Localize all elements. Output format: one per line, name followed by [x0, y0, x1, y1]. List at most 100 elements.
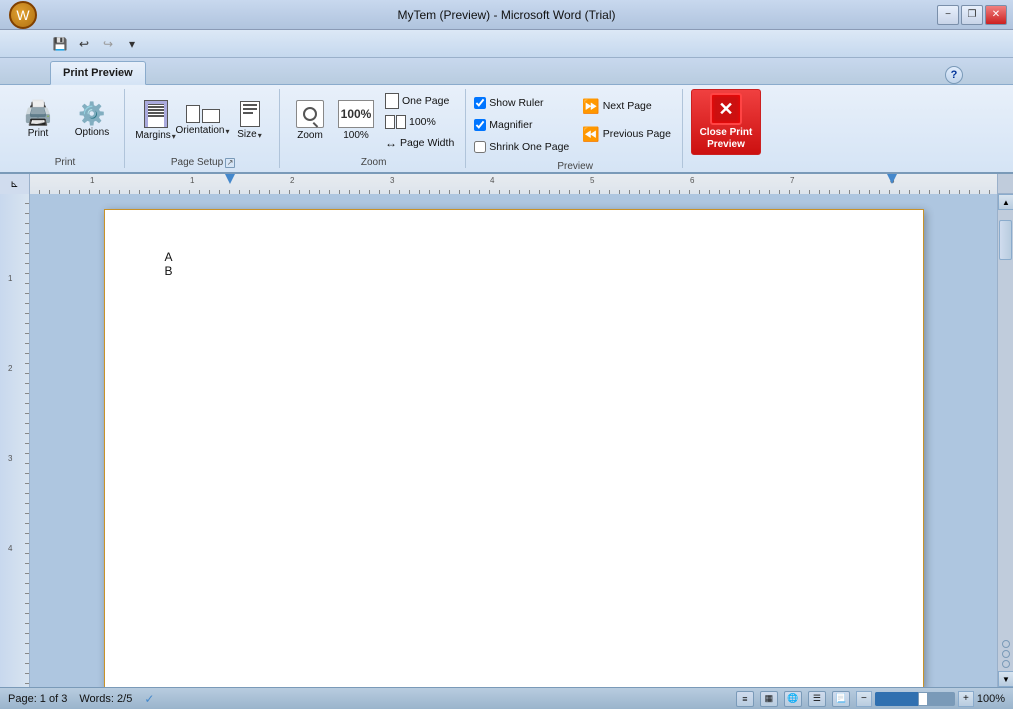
minimize-button[interactable]: − [937, 5, 959, 25]
magnifier-checkbox[interactable] [474, 119, 486, 131]
scroll-track[interactable] [998, 210, 1013, 637]
ribbon-group-page-setup: Margins ▾ Orientation ▾ [127, 89, 280, 168]
office-logo[interactable]: W [9, 1, 37, 29]
page-width-label: Page Width [400, 137, 454, 149]
zoom-in-button[interactable]: + [958, 691, 974, 707]
shrink-one-page-label: Shrink One Page [489, 141, 569, 153]
zoom-slider-area: − + 100% [856, 691, 1005, 707]
shrink-one-page-checkbox-container[interactable]: Shrink One Page [474, 137, 569, 157]
page-info: Page: 1 of 3 [8, 693, 67, 705]
view-normal-button[interactable]: ≡ [736, 691, 754, 707]
redo-qat-button[interactable]: ↪ [98, 34, 118, 54]
page-container: A B [50, 209, 977, 672]
zoom-icon [296, 100, 324, 128]
margins-button[interactable]: Margins ▾ [133, 89, 179, 153]
save-qat-button[interactable]: 💾 [50, 34, 70, 54]
scroll-dot-3[interactable] [1002, 660, 1010, 668]
two-pages-icon [385, 115, 406, 129]
scroll-dot-2[interactable] [1002, 650, 1010, 658]
prev-page-icon: ⏪ [582, 126, 599, 143]
zoom-100-label: 100% [343, 130, 369, 142]
size-icon [240, 101, 260, 127]
tab-print-preview[interactable]: Print Preview [50, 61, 146, 85]
help-button[interactable]: ? [945, 66, 963, 84]
scroll-down-button[interactable]: ▼ [998, 671, 1013, 687]
scroll-up-button[interactable]: ▲ [998, 194, 1013, 210]
view-layout-button[interactable]: ▦ [760, 691, 778, 707]
size-arrow: ▾ [257, 131, 263, 140]
ruler-scrollbar-placeholder [997, 174, 1013, 193]
status-bar: Page: 1 of 3 Words: 2/5 ✓ ≡ ▦ 🌐 ☰ 📃 − + … [0, 687, 1013, 709]
content-line-b: B [165, 264, 863, 278]
print-icon: 🖨️ [23, 102, 53, 126]
zoom-slider-thumb[interactable] [918, 692, 928, 706]
page-content: A B [165, 250, 863, 278]
orientation-button[interactable]: Orientation ▾ [180, 89, 226, 153]
page-setup-expander[interactable]: ↗ [225, 158, 235, 168]
status-bar-right: ≡ ▦ 🌐 ☰ 📃 − + 100% [736, 691, 1005, 707]
print-label: Print [28, 128, 49, 140]
two-pages-button[interactable]: 100% [380, 112, 459, 132]
margins-label: Margins [135, 130, 171, 142]
magnifier-label: Magnifier [489, 119, 532, 131]
close-preview-icon: ✕ [710, 93, 742, 125]
ribbon-group-preview: Show Ruler Magnifier Shrink One Page ⏩ [468, 89, 683, 168]
show-ruler-checkbox[interactable] [474, 97, 486, 109]
zoom-label: Zoom [297, 130, 323, 142]
restore-button[interactable]: ❐ [961, 5, 983, 25]
show-ruler-label: Show Ruler [489, 97, 543, 109]
document-page: A B [104, 209, 924, 687]
scroll-dot-1[interactable] [1002, 640, 1010, 648]
zoom-button[interactable]: Zoom [288, 89, 332, 153]
next-page-button[interactable]: ⏩ Next Page [577, 93, 676, 119]
page-width-icon: ↔ [385, 136, 397, 150]
two-pages-label: 100% [409, 116, 436, 128]
ribbon-group-zoom: Zoom 100% 100% One Page [282, 89, 466, 168]
close-window-button[interactable]: ✕ [985, 5, 1007, 25]
margins-icon [144, 100, 168, 128]
show-ruler-checkbox-container[interactable]: Show Ruler [474, 93, 569, 113]
prev-page-button[interactable]: ⏪ Previous Page [577, 121, 676, 147]
view-draft-button[interactable]: 📃 [832, 691, 850, 707]
orientation-label: Orientation [176, 125, 225, 137]
scroll-extras [998, 637, 1013, 671]
one-page-label: One Page [402, 95, 449, 107]
title-bar-text: MyTem (Preview) - Microsoft Word (Trial) [397, 8, 615, 22]
content-line-a: A [165, 250, 863, 264]
nav-buttons: ⏩ Next Page ⏪ Previous Page [577, 89, 676, 147]
orientation-icon [186, 105, 220, 123]
track-changes-indicator: ✓ [144, 692, 154, 706]
preview-group-label: Preview [557, 161, 593, 172]
one-page-icon [385, 93, 399, 109]
print-button[interactable]: 🖨️ Print [12, 89, 64, 153]
scroll-thumb[interactable] [999, 220, 1012, 260]
options-label: Options [75, 127, 109, 139]
window-controls: − ❐ ✕ [937, 5, 1013, 25]
undo-qat-button[interactable]: ↩ [74, 34, 94, 54]
options-icon: ⚙️ [78, 103, 105, 125]
print-group-label: Print [55, 157, 76, 168]
qat-dropdown-button[interactable]: ▾ [122, 34, 142, 54]
view-web-button[interactable]: 🌐 [784, 691, 802, 707]
options-button[interactable]: ⚙️ Options [66, 89, 118, 153]
zoom-slider[interactable] [875, 692, 955, 706]
magnifier-checkbox-container[interactable]: Magnifier [474, 115, 569, 135]
prev-page-label: Previous Page [603, 128, 671, 140]
shrink-one-page-checkbox[interactable] [474, 141, 486, 153]
vertical-scrollbar: ▲ ▼ [997, 194, 1013, 687]
close-print-preview-button[interactable]: ✕ Close PrintPreview [691, 89, 761, 155]
document-area[interactable]: A B [30, 194, 997, 687]
horizontal-ruler: 1 1 2 3 4 5 6 7 8 [30, 174, 997, 194]
zoom-slider-fill [875, 692, 923, 706]
close-preview-label: Close PrintPreview [700, 127, 753, 151]
page-width-button[interactable]: ↔ Page Width [380, 133, 459, 153]
page-setup-group-label: Page Setup [171, 157, 223, 168]
zoom-percent: 100% [977, 693, 1005, 705]
zoom-out-button[interactable]: − [856, 691, 872, 707]
one-page-button[interactable]: One Page [380, 91, 459, 111]
size-button[interactable]: Size ▾ [227, 89, 273, 153]
words-info: Words: 2/5 [79, 693, 132, 705]
size-label: Size [237, 129, 256, 141]
view-outline-button[interactable]: ☰ [808, 691, 826, 707]
zoom-100-button[interactable]: 100% 100% [334, 89, 378, 153]
